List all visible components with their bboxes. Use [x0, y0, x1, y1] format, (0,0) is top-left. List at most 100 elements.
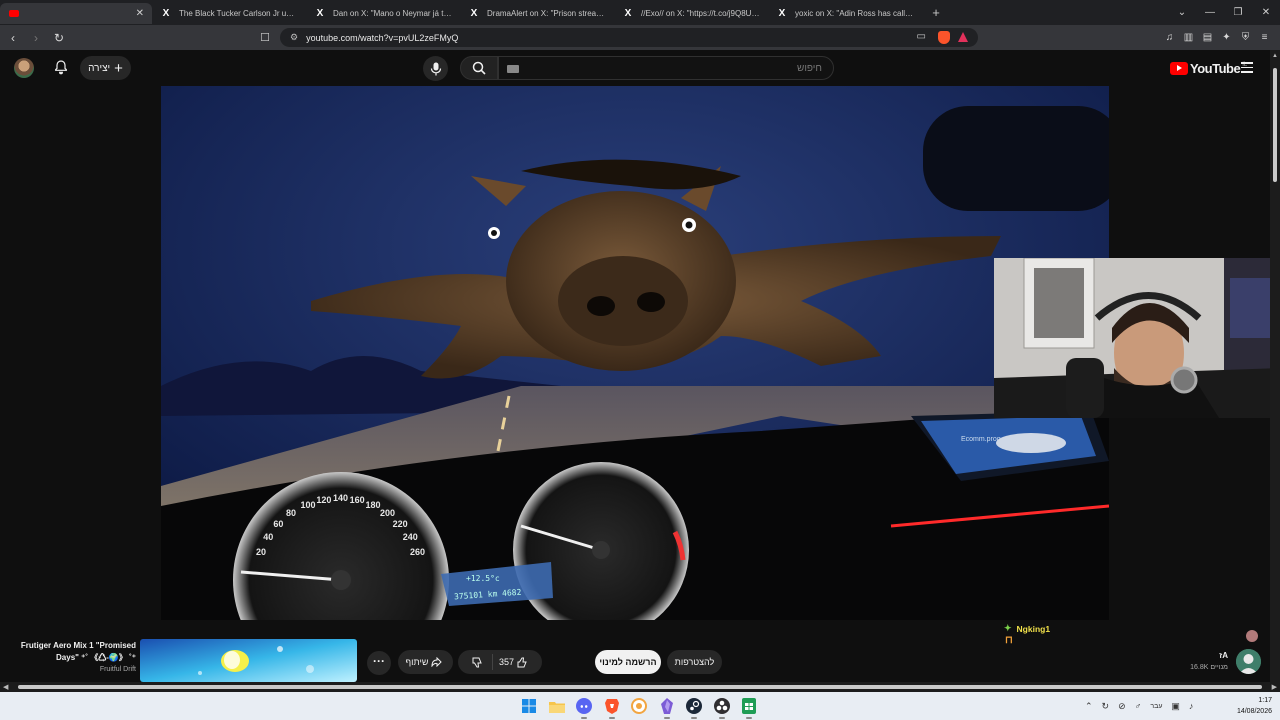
video-frame-image: Ecomm.prog [161, 86, 1109, 620]
share-button[interactable]: שיתוף [398, 650, 453, 674]
network-icon[interactable]: ▣ [1171, 701, 1180, 712]
chat-emote-icon: ⊓ [1005, 635, 1013, 646]
sheets-app-icon[interactable] [739, 696, 759, 719]
leo-ai-icon[interactable]: ✦ [1217, 32, 1236, 43]
notifications-bell-icon[interactable] [53, 59, 69, 75]
tab-search-icon[interactable]: ⌄ [1168, 7, 1196, 18]
more-actions-button[interactable]: ··· [367, 651, 391, 675]
create-button[interactable]: יצירה + [80, 56, 131, 80]
guide-menu-icon[interactable] [1241, 62, 1253, 73]
overlay-avatar-icon [1246, 630, 1258, 642]
tab-title: Dan on X: "Mano o Neymar já tem t [333, 9, 452, 18]
back-icon[interactable]: ‹ [3, 31, 23, 45]
chat-username: Ngking1 [1016, 623, 1051, 634]
like-dislike-segment: 357 [458, 650, 542, 674]
tab-x-3[interactable]: X DramaAlert on X: "Prison stream end [460, 3, 614, 24]
vpn-icon[interactable]: ⛨ [1236, 32, 1255, 43]
close-tab-icon[interactable]: ✕ [136, 8, 144, 19]
dislike-icon[interactable] [472, 657, 483, 668]
scroll-right-icon[interactable]: ▶ [1272, 683, 1277, 691]
sidebar-icon[interactable]: ▥ [1179, 32, 1198, 43]
maximize-icon[interactable]: ❐ [1224, 7, 1252, 18]
video-player[interactable]: Ecomm.prog 20 40 60 80 100 120 140 160 180 200 220… [161, 86, 1109, 620]
browser-toolbar: ‹ › ↻ ☐ ⚙ youtube.com/watch?v=pvUL2zeFMy… [0, 25, 1280, 50]
tab-x-1[interactable]: X The Black Tucker Carlson Jr us on X: " [152, 3, 306, 24]
sync-icon[interactable]: ↻ [1102, 701, 1110, 712]
brave-rewards-icon[interactable] [958, 32, 968, 42]
address-bar[interactable]: ☐ ⚙ youtube.com/watch?v=pvUL2zeFMyQ ▭ [260, 28, 978, 47]
search-icon [472, 61, 486, 75]
tab-x-4[interactable]: X //Exo// on X: "https://t.co/j9Q8UXO6 [614, 3, 768, 24]
join-button[interactable]: להצטרפות [667, 650, 722, 674]
now-playing-thumbnail[interactable] [140, 639, 357, 682]
microphone-tray-icon[interactable]: ♂ [1135, 701, 1142, 711]
url-text[interactable]: youtube.com/watch?v=pvUL2zeFMyQ [306, 33, 458, 43]
close-window-icon[interactable]: ✕ [1252, 7, 1280, 18]
vertical-scroll-thumb[interactable] [1273, 68, 1277, 182]
scroll-left-icon[interactable]: ◀ [3, 683, 8, 691]
file-explorer-icon[interactable] [547, 696, 567, 716]
now-playing-title[interactable]: Frutiger Aero Mix 1 "Promised Days" ⁺˚ 《… [10, 640, 136, 664]
x-logo-icon: X [162, 8, 170, 19]
microphone-icon [430, 62, 441, 75]
clock-time: 1:17 [1258, 697, 1272, 704]
tray-overflow-icon[interactable]: ⌃ [1085, 701, 1093, 712]
webcam-overlay [994, 258, 1280, 418]
obsidian-icon[interactable] [657, 696, 677, 719]
video-action-bar: Frutiger Aero Mix 1 "Promised Days" ⁺˚ 《… [0, 620, 1270, 682]
now-playing-channel[interactable]: Fruitful Drift [10, 666, 136, 673]
tab-title: //Exo// on X: "https://t.co/j9Q8UXO6 [641, 9, 760, 18]
brave-browser-icon[interactable] [602, 696, 622, 719]
like-icon[interactable] [517, 657, 528, 668]
discord-icon[interactable] [574, 696, 594, 719]
voice-search-button[interactable] [423, 56, 448, 81]
windows-start-icon[interactable] [519, 696, 539, 716]
account-avatar[interactable] [14, 58, 34, 78]
reload-icon[interactable]: ↻ [49, 31, 69, 45]
wallet-icon[interactable]: ▤ [1198, 32, 1217, 43]
system-clock[interactable]: 1:17 14/08/2026 [1226, 695, 1272, 717]
vertical-scrollbar[interactable]: ▲ [1270, 50, 1280, 682]
x-logo-icon: X [778, 8, 786, 19]
app-circle-icon[interactable] [629, 696, 649, 716]
thumbnail-image [140, 639, 357, 682]
volume-icon[interactable]: ♪ [1189, 701, 1194, 711]
divider [491, 654, 493, 670]
minimize-icon[interactable]: — [1196, 7, 1224, 18]
x-logo-icon: X [316, 8, 324, 19]
subscribe-button[interactable]: הרשמה למינוי [595, 650, 661, 674]
system-tray: ⌃ ↻ ⊘ ♂ עבר ▣ ♪ [1085, 692, 1202, 720]
site-info-icon[interactable]: ⚙ [290, 32, 298, 43]
keyboard-icon[interactable] [507, 65, 519, 73]
tab-x-2[interactable]: X Dan on X: "Mano o Neymar já tem t [306, 3, 460, 24]
youtube-masthead: יצירה + YouTube IL [0, 50, 1270, 86]
scroll-up-icon[interactable]: ▲ [1272, 53, 1278, 59]
menu-icon[interactable]: ≡ [1255, 32, 1274, 43]
brave-shields-icon[interactable] [938, 31, 950, 44]
bookmark-icon[interactable]: ☐ [256, 31, 274, 44]
youtube-favicon-icon [8, 8, 20, 20]
chat-message-author: ✦ Ngking1 [1004, 623, 1050, 634]
x-logo-icon: X [624, 8, 632, 19]
like-count[interactable]: 357 [499, 657, 514, 667]
mute-notifications-icon[interactable]: ⊘ [1118, 701, 1126, 712]
obs-studio-icon[interactable] [712, 696, 732, 719]
horizontal-scroll-thumb[interactable] [18, 685, 1262, 689]
search-button[interactable] [460, 56, 498, 80]
forward-icon[interactable]: › [26, 31, 46, 45]
channel-name[interactable]: זA [1180, 651, 1228, 660]
language-indicator[interactable]: עבר [1150, 703, 1162, 710]
youtube-logo[interactable]: YouTube IL [1170, 61, 1247, 76]
tab-x-5[interactable]: X yoxic on X: "Adin Ross has called on [768, 3, 922, 24]
tab-title: DramaAlert on X: "Prison stream end [487, 9, 606, 18]
channel-avatar[interactable] [1236, 649, 1261, 674]
media-icon[interactable]: ♫ [1160, 32, 1179, 43]
toolbar-right: ♫ ▥ ▤ ✦ ⛨ ≡ [1160, 25, 1274, 50]
steam-icon[interactable] [684, 696, 704, 719]
tab-youtube[interactable]: ✕ [0, 3, 152, 24]
search-input[interactable] [499, 57, 833, 79]
horizontal-scrollbar[interactable]: ◀ ▶ [0, 682, 1280, 692]
cast-icon[interactable]: ▭ [917, 31, 926, 42]
share-icon [431, 657, 443, 667]
new-tab-button[interactable]: + [926, 5, 946, 20]
